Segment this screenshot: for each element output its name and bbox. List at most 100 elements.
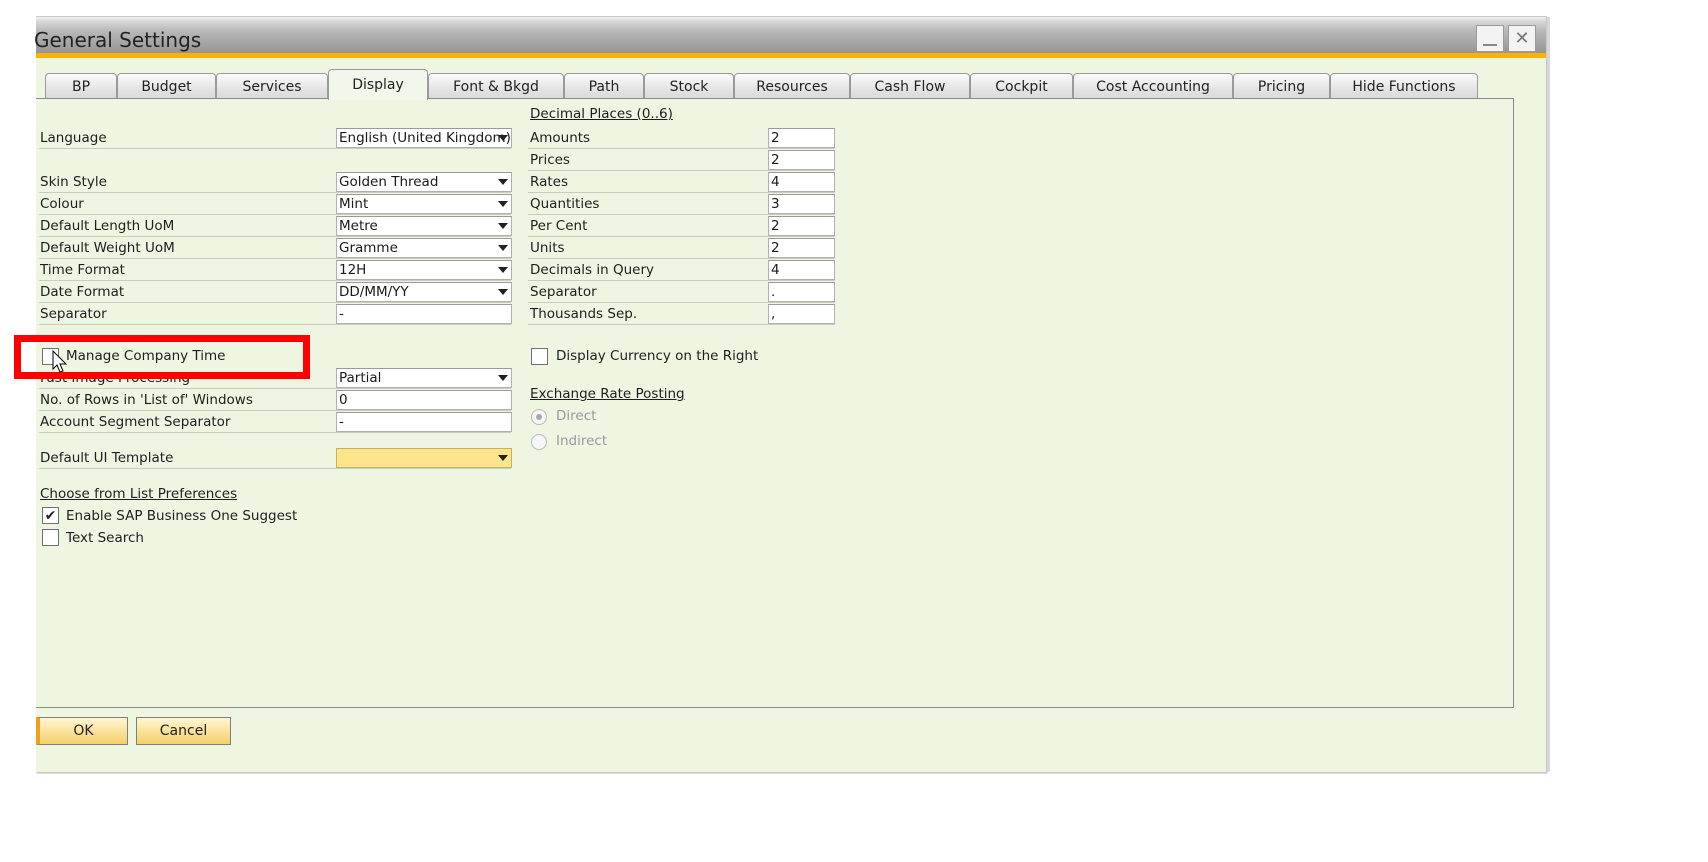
ui-template-dropdown[interactable] [336, 448, 512, 468]
cancel-button[interactable]: Cancel [136, 717, 231, 745]
display-currency-right-label[interactable]: Display Currency on the Right [556, 348, 758, 364]
close-button[interactable]: ✕ [1508, 25, 1536, 52]
tab-budget[interactable]: Budget [117, 73, 216, 99]
rows-list-row: No. of Rows in 'List of' Windows 0 [39, 390, 512, 411]
tab-display[interactable]: Display [328, 69, 428, 100]
weight-uom-dropdown[interactable]: Gramme [336, 238, 512, 258]
tab-label: Stock [669, 78, 709, 95]
fast-image-dropdown[interactable]: Partial [336, 368, 512, 388]
weight-uom-row: Default Weight UoM Gramme [39, 238, 512, 259]
tab-label: Cost Accounting [1096, 78, 1210, 95]
decimal-value: , [771, 306, 776, 322]
account-seg-label: Account Segment Separator [40, 414, 231, 430]
decimal-input[interactable]: 3 [768, 194, 835, 214]
enable-suggest-checkbox[interactable]: ✔ [42, 507, 59, 524]
display-currency-right-checkbox[interactable] [531, 348, 548, 365]
checkmark-icon: ✔ [44, 507, 57, 524]
decimal-value: 4 [771, 262, 780, 278]
tab-label: Hide Functions [1352, 78, 1456, 95]
decimal-input[interactable]: 2 [768, 128, 835, 148]
chevron-down-icon [498, 455, 508, 461]
tab-services[interactable]: Services [216, 73, 328, 99]
decimal-row: Rates 4 [528, 172, 835, 193]
tab-label: Services [242, 78, 302, 95]
text-search-label[interactable]: Text Search [66, 530, 144, 546]
tab-stock[interactable]: Stock [644, 73, 734, 99]
window-title: General Settings [34, 28, 202, 52]
tab-label: BP [71, 78, 91, 95]
length-uom-label: Default Length UoM [40, 218, 175, 234]
weight-uom-value: Gramme [339, 240, 398, 256]
ok-label: OK [73, 723, 94, 739]
decimal-input[interactable]: , [768, 304, 835, 324]
decimal-value: 4 [771, 174, 780, 190]
decimal-label: Decimals in Query [530, 262, 654, 278]
decimal-input[interactable]: 2 [768, 216, 835, 236]
length-uom-value: Metre [339, 218, 378, 234]
minimize-button[interactable] [1476, 25, 1504, 52]
tab-font-bkgd[interactable]: Font & Bkgd [428, 73, 564, 99]
rows-list-value: 0 [339, 392, 348, 408]
separator-input[interactable]: - [336, 304, 512, 324]
decimal-input[interactable]: 4 [768, 260, 835, 280]
account-seg-input[interactable]: - [336, 412, 512, 432]
tab-cockpit[interactable]: Cockpit [970, 73, 1073, 99]
colour-row: Colour Mint [39, 194, 512, 215]
ui-template-label: Default UI Template [40, 450, 174, 466]
decimal-row: Units 2 [528, 238, 835, 259]
tab-cost-accounting[interactable]: Cost Accounting [1073, 73, 1233, 99]
skin-style-row: Skin Style Golden Thread [39, 172, 512, 193]
indirect-radio[interactable] [531, 434, 547, 450]
enable-suggest-label[interactable]: Enable SAP Business One Suggest [66, 508, 297, 524]
tab-bp[interactable]: BP [45, 73, 117, 99]
mouse-pointer-icon [52, 350, 68, 373]
decimal-row: Per Cent 2 [528, 216, 835, 237]
manage-company-time-label[interactable]: Manage Company Time [66, 348, 225, 364]
colour-dropdown[interactable]: Mint [336, 194, 512, 214]
decimal-label: Amounts [530, 130, 591, 146]
time-format-dropdown[interactable]: 12H [336, 260, 512, 280]
time-format-row: Time Format 12H [39, 260, 512, 281]
tab-bar: BP Budget Services Display Font & Bkgd P… [36, 69, 1546, 100]
decimal-input[interactable]: 2 [768, 150, 835, 170]
date-format-row: Date Format DD/MM/YY [39, 282, 512, 303]
tab-cash-flow[interactable]: Cash Flow [850, 73, 970, 99]
general-settings-window: General Settings ✕ BP Budget Services Di… [34, 16, 1550, 773]
length-uom-dropdown[interactable]: Metre [336, 216, 512, 236]
decimal-row: Thousands Sep., [528, 304, 835, 325]
tab-resources[interactable]: Resources [734, 73, 850, 99]
title-bar[interactable]: General Settings ✕ [34, 17, 1546, 58]
chevron-down-icon [498, 375, 508, 381]
decimal-input[interactable]: 2 [768, 238, 835, 258]
decimal-row: Separator. [528, 282, 835, 303]
text-search-checkbox[interactable] [42, 529, 59, 546]
display-tab-panel: Language English (United Kingdom) Skin S… [36, 98, 1514, 708]
tab-label: Budget [141, 78, 192, 95]
tab-path[interactable]: Path [564, 73, 644, 99]
rows-list-input[interactable]: 0 [336, 390, 512, 410]
decimal-input[interactable]: 4 [768, 172, 835, 192]
direct-radio[interactable] [531, 409, 547, 425]
language-dropdown[interactable]: English (United Kingdom) [336, 128, 512, 148]
account-seg-value: - [339, 414, 344, 430]
decimal-label: Separator [530, 284, 597, 300]
ok-button[interactable]: OK [36, 717, 128, 745]
indirect-label: Indirect [556, 433, 608, 449]
decimal-value: . [771, 284, 776, 300]
decimal-row: Amounts 2 [528, 128, 835, 149]
tab-label: Resources [756, 78, 828, 95]
date-format-dropdown[interactable]: DD/MM/YY [336, 282, 512, 302]
decimal-input[interactable]: . [768, 282, 835, 302]
cfl-preferences-header: Choose from List Preferences [40, 486, 238, 502]
time-format-value: 12H [339, 262, 367, 278]
decimal-value: 2 [771, 152, 780, 168]
colour-value: Mint [339, 196, 369, 212]
tab-pricing[interactable]: Pricing [1233, 73, 1330, 99]
skin-style-dropdown[interactable]: Golden Thread [336, 172, 512, 192]
decimal-label: Thousands Sep. [530, 306, 638, 322]
decimal-value: 2 [771, 240, 780, 256]
tab-label: Display [352, 77, 404, 93]
ui-template-row: Default UI Template [39, 448, 512, 469]
chevron-down-icon [498, 289, 508, 295]
tab-hide-functions[interactable]: Hide Functions [1330, 73, 1478, 99]
